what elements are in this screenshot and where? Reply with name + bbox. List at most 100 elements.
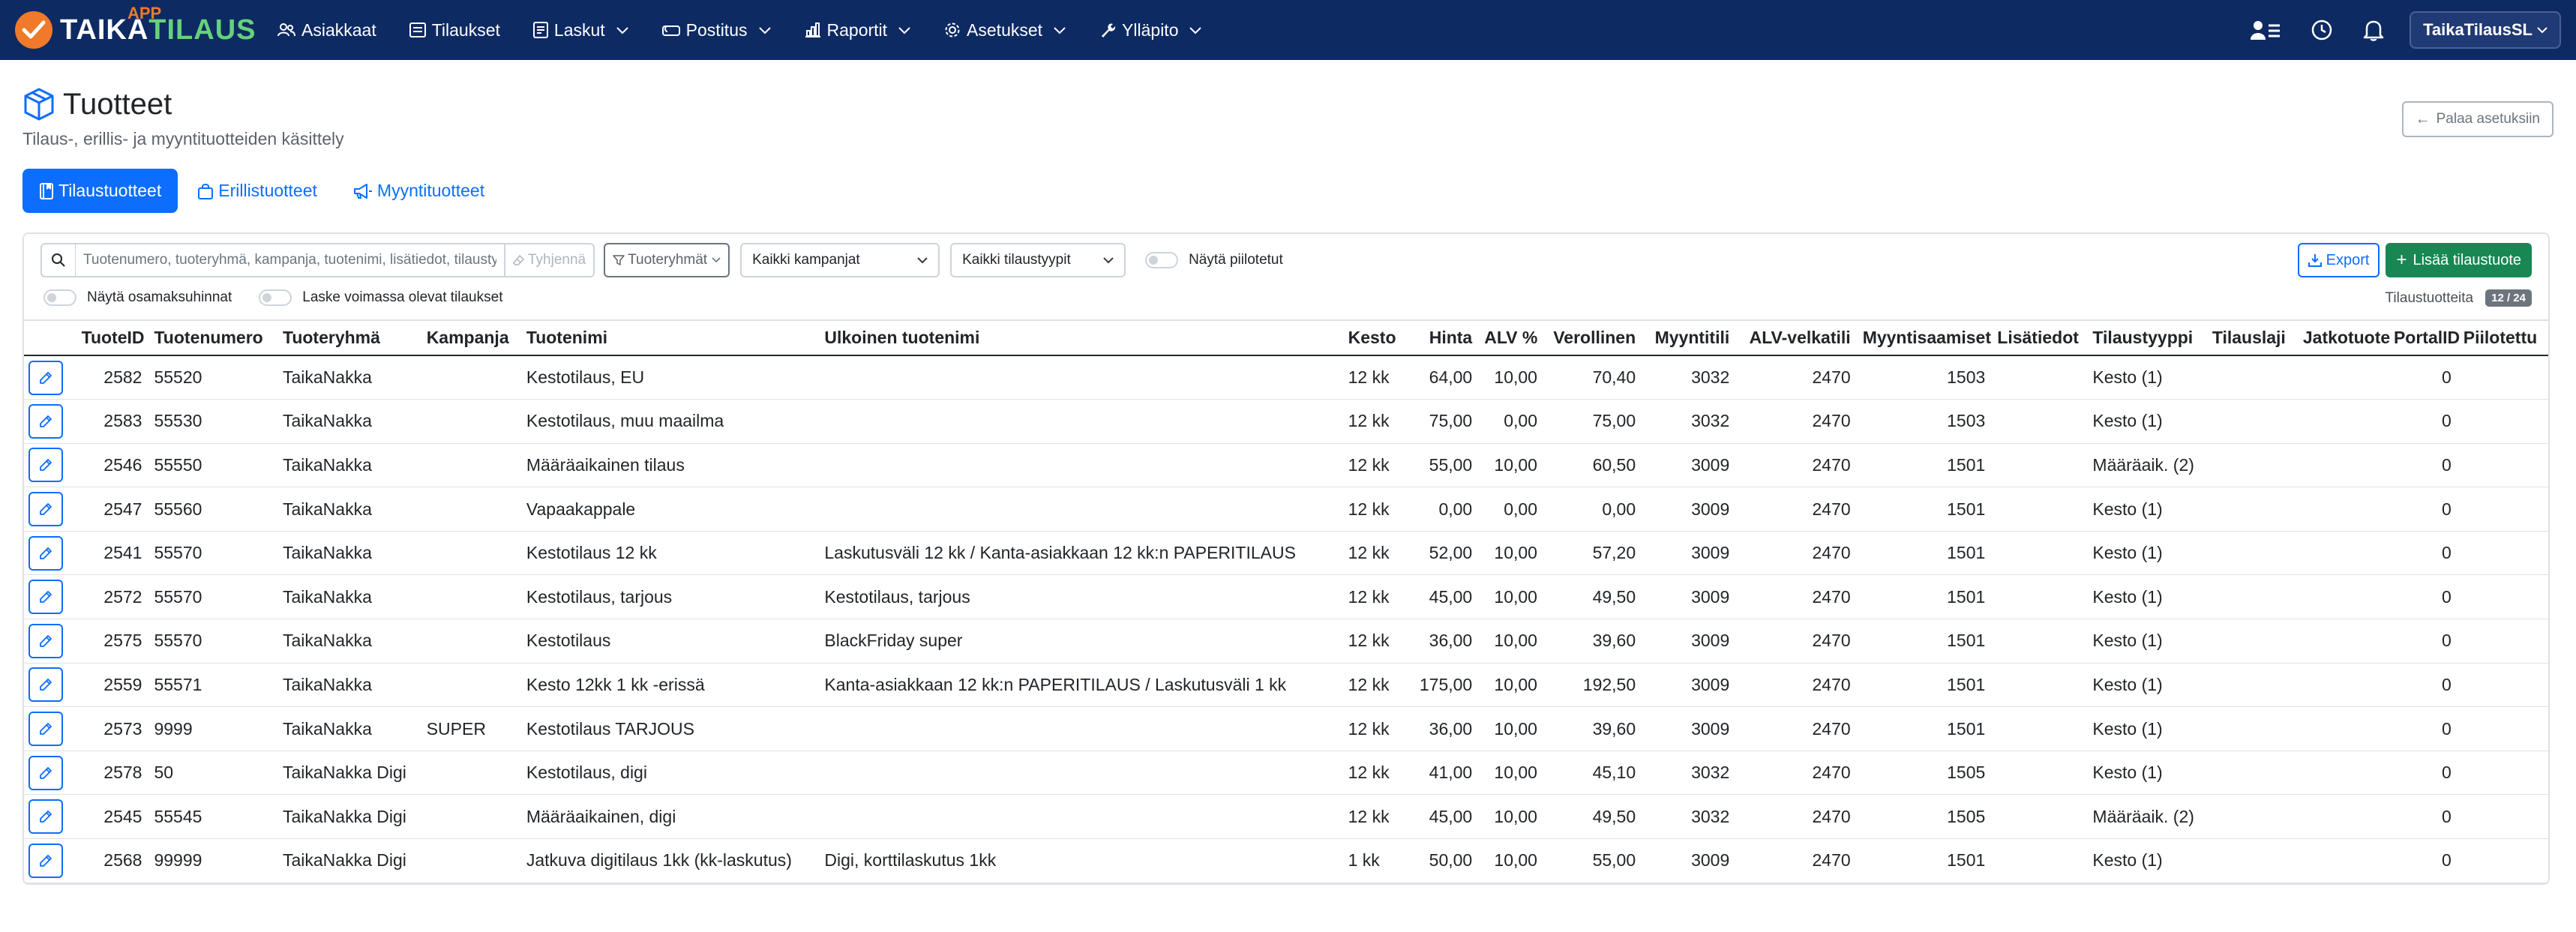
table-row[interactable]: 2545 55545 TaikaNakka Digi Määräaikainen, d… [24,794,2548,840]
edit-button[interactable] [28,623,63,658]
show-hidden-toggle[interactable] [1145,252,1179,268]
back-to-settings-button[interactable]: ← Palaa asetuksiin [2401,101,2554,137]
edit-button[interactable] [28,667,63,703]
cell-sales-account: 3009 [1642,838,1736,883]
column-header[interactable]: Kampanja [420,321,520,356]
table-row[interactable]: 2583 55530 TaikaNakka Kestotilaus, muu maai… [24,399,2548,444]
clear-search-button[interactable]: Tyhjennä [505,243,595,277]
cell-edit [24,487,76,532]
cell-sales-account: 3009 [1642,663,1736,708]
column-header[interactable]: Tuotenimi [520,321,819,356]
order-type-select[interactable]: Kaikki tilaustyypit [950,243,1126,277]
cell-price: 36,00 [1404,619,1479,664]
cell-portal-id: 0 [2387,443,2458,488]
column-header[interactable]: Tuoteryhmä [276,321,421,356]
table-row[interactable]: 2578 50 TaikaNakka Digi Kestotilaus, digi 12… [24,751,2548,796]
column-header[interactable]: Lisätiedot [1991,321,2087,356]
cell-portal-id: 0 [2387,663,2458,708]
cell-vat-percent: 10,00 [1478,574,1543,620]
cell-taxed-price: 57,20 [1543,531,1642,576]
column-header[interactable]: Hinta [1404,321,1479,356]
brand-logo-icon [15,11,52,49]
edit-button[interactable] [28,448,63,483]
column-header[interactable]: Tilaustyyppi [2086,321,2206,356]
cell-receivables-account: 1501 [1856,574,1992,620]
cell-receivables-account: 1503 [1856,355,1992,400]
search-input[interactable] [75,243,505,277]
table-row[interactable]: 2573 9999 TaikaNakka SUPER Kestotilaus TARJO… [24,706,2548,751]
edit-button[interactable] [28,799,63,835]
table-row[interactable]: 2572 55570 TaikaNakka Kestotilaus, tarjous K… [24,574,2548,620]
nav-item-tilaukset[interactable]: Tilaukset [409,20,500,40]
add-order-product-button[interactable]: + Lisää tilaustuote [2386,243,2532,277]
product-group-filter-button[interactable]: Tuoteryhmät [604,243,730,277]
column-header[interactable]: Verollinen [1543,321,1642,356]
edit-button[interactable] [28,535,63,571]
cell-extra-info [1991,619,2087,664]
cell-vat-account: 2470 [1735,399,1857,444]
table-row[interactable]: 2559 55571 TaikaNakka Kesto 12kk 1 kk -eris… [24,663,2548,708]
edit-button[interactable] [28,403,63,439]
table-row[interactable]: 2547 55560 TaikaNakka Vapaakappale 12 kk 0,00… [24,487,2548,532]
plus-icon: + [2396,250,2407,270]
cell-edit [24,399,76,444]
edit-button[interactable] [28,360,63,395]
column-header[interactable]: Ulkoinen tuotenimi [818,321,1342,356]
cell-hidden [2457,619,2548,664]
column-header[interactable]: ALV-velkatili [1735,321,1857,356]
column-header[interactable]: Piilotettu [2457,321,2548,356]
count-active-toggle[interactable] [259,289,292,306]
product-count: Tilaustuotteita 12 / 24 [2386,289,2532,307]
cell-product-number: 55570 [148,619,277,664]
table-row[interactable]: 2575 55570 TaikaNakka Kestotilaus BlackFrida… [24,619,2548,664]
edit-button[interactable] [28,712,63,747]
tab-tilaustuotteet[interactable]: Tilaustuotteet [22,169,178,213]
cell-product-name: Kestotilaus TARJOUS [520,706,819,751]
cell-product-id: 2582 [75,355,148,400]
cell-vat-account: 2470 [1735,487,1857,532]
cell-product-name: Kestotilaus, EU [520,355,819,400]
column-header[interactable]: Myyntitili [1642,321,1736,356]
column-header[interactable]: Myyntisaamiset [1856,321,1992,356]
nav-item-postitus[interactable]: Postitus [661,20,772,40]
edit-button[interactable] [28,580,63,615]
column-header[interactable]: Tilauslaji [2206,321,2297,356]
cell-extra-info [1991,838,2087,883]
nav-item-asetukset[interactable]: Asetukset [944,20,1066,40]
table-row[interactable]: 2541 55570 TaikaNakka Kestotilaus 12 kk Lask… [24,531,2548,576]
nav-item-laskut[interactable]: Laskut [532,19,629,40]
table-row[interactable]: 2546 55550 TaikaNakka Määräaikainen tilaus 1… [24,443,2548,488]
chevron-down-icon [1054,27,1066,34]
column-header[interactable]: PortalID [2387,321,2460,356]
cell-product-number: 55545 [148,794,277,840]
user-menu-button[interactable]: TaikaTilausSL [2410,11,2561,49]
column-header[interactable]: Kesto [1342,321,1405,356]
cell-duration: 12 kk [1342,487,1405,532]
cell-portal-id: 0 [2387,794,2458,840]
nav-item-yllapito[interactable]: Ylläpito [1099,20,1202,40]
tab-erillistuotteet[interactable]: Erillistuotteet [181,169,334,213]
history-clock-icon[interactable] [2311,19,2333,41]
user-list-icon[interactable] [2251,19,2281,40]
column-header[interactable]: Jatkotuote [2296,321,2390,356]
column-header[interactable]: ALV % [1478,321,1543,356]
cell-product-id: 2583 [75,399,148,444]
export-button[interactable]: Export [2297,243,2380,277]
column-header[interactable]: Tuotenumero [148,321,277,356]
brand-logo-link[interactable]: APP TAIKA TILAUS [15,4,256,52]
nav-item-asiakkaat[interactable]: Asiakkaat [277,20,376,40]
edit-button[interactable] [28,755,63,790]
table-row[interactable]: 2568 99999 TaikaNakka Digi Jatkuva digitila… [24,838,2548,883]
nav-item-raportit[interactable]: Raportit [805,20,912,40]
column-header[interactable]: TuoteID [75,321,148,356]
tab-myyntituotteet[interactable]: Myyntituotteet [337,169,501,213]
cell-follow-up-product [2296,794,2388,840]
edit-button[interactable] [28,492,63,527]
campaign-select[interactable]: Kaikki kampanjat [740,243,940,277]
table-row[interactable]: 2582 55520 TaikaNakka Kestotilaus, EU 12 kk 6… [24,355,2548,400]
show-installments-toggle[interactable] [43,289,76,306]
notification-bell-icon[interactable] [2363,19,2384,41]
cell-campaign [420,619,520,664]
edit-button[interactable] [28,843,63,878]
nav-item-label: Laskut [553,19,605,40]
